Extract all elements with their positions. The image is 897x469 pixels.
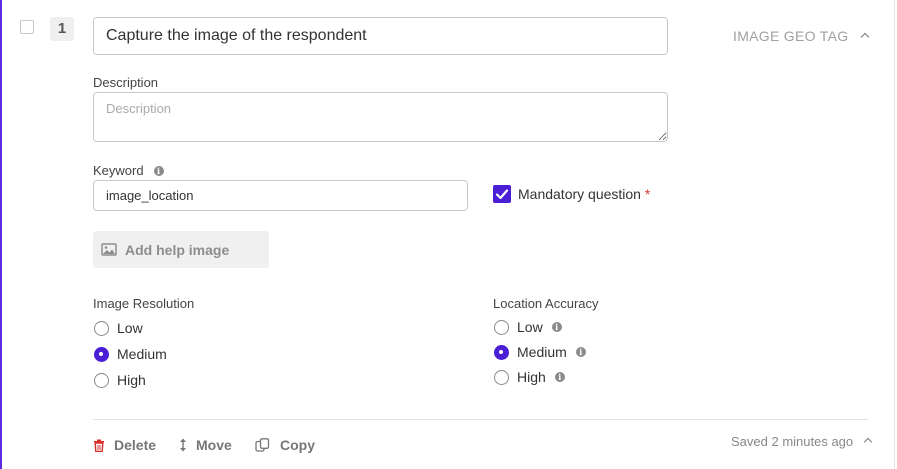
move-label: Move (196, 437, 232, 453)
saved-text: Saved 2 minutes ago (731, 434, 854, 449)
keyword-label: Keyword (93, 163, 144, 178)
radio-button[interactable] (94, 320, 109, 336)
accuracy-option-low[interactable]: Low i (494, 319, 562, 335)
option-label: High (117, 372, 146, 388)
mandatory-label-text: Mandatory question (518, 186, 641, 202)
accuracy-option-high[interactable]: High i (494, 369, 565, 385)
resolution-option-low[interactable]: Low (94, 320, 143, 336)
mandatory-checkbox[interactable] (493, 185, 511, 203)
delete-button[interactable]: Delete (93, 437, 156, 453)
option-label: Medium (117, 346, 167, 362)
accuracy-option-medium[interactable]: Medium i (494, 344, 586, 360)
radio-button-selected[interactable] (494, 344, 509, 360)
description-field[interactable] (93, 92, 668, 142)
copy-label: Copy (280, 437, 315, 453)
option-label: Low (517, 319, 543, 335)
copy-icon (255, 438, 270, 452)
option-label: High (517, 369, 546, 385)
info-icon[interactable]: i (153, 165, 164, 176)
question-title-input[interactable] (93, 17, 668, 55)
checkmark-icon (495, 189, 509, 200)
question-type-toggle[interactable]: IMAGE GEO TAG (733, 28, 869, 44)
radio-button[interactable] (494, 369, 509, 385)
info-icon[interactable]: i (575, 347, 586, 357)
keyword-input[interactable] (93, 180, 468, 211)
question-type-label: IMAGE GEO TAG (733, 28, 849, 44)
delete-label: Delete (114, 437, 157, 453)
required-marker: * (644, 186, 651, 202)
resolution-option-high[interactable]: High (94, 372, 146, 388)
add-help-image-button[interactable]: Add help image (93, 231, 269, 268)
image-icon (101, 243, 117, 256)
question-number: 1 (50, 17, 74, 41)
option-label: Low (117, 320, 143, 336)
chevron-up-icon (860, 32, 869, 42)
radio-button[interactable] (494, 319, 509, 335)
keyword-label-row: Keyword i (93, 163, 164, 178)
image-resolution-label: Image Resolution (93, 296, 195, 311)
info-icon[interactable]: i (551, 322, 562, 332)
footer-divider (93, 419, 868, 420)
radio-button[interactable] (94, 372, 109, 388)
info-icon[interactable]: i (554, 372, 565, 382)
question-card: 1 IMAGE GEO TAG Description Keyword i Ma… (0, 0, 895, 469)
trash-icon (94, 439, 104, 452)
move-button[interactable]: Move (179, 437, 232, 453)
mandatory-label[interactable]: Mandatory question * (518, 186, 650, 202)
location-accuracy-label: Location Accuracy (493, 296, 599, 311)
option-label: Medium (517, 344, 567, 360)
save-status[interactable]: Saved 2 minutes ago (731, 434, 873, 449)
select-checkbox[interactable] (20, 20, 34, 34)
move-vertical-icon (180, 438, 186, 452)
radio-button-selected[interactable] (94, 346, 109, 362)
copy-button[interactable]: Copy (255, 437, 315, 453)
description-label: Description (93, 75, 159, 90)
chevron-up-icon (863, 437, 873, 447)
add-help-image-label: Add help image (125, 241, 230, 258)
resolution-option-medium[interactable]: Medium (94, 346, 167, 362)
